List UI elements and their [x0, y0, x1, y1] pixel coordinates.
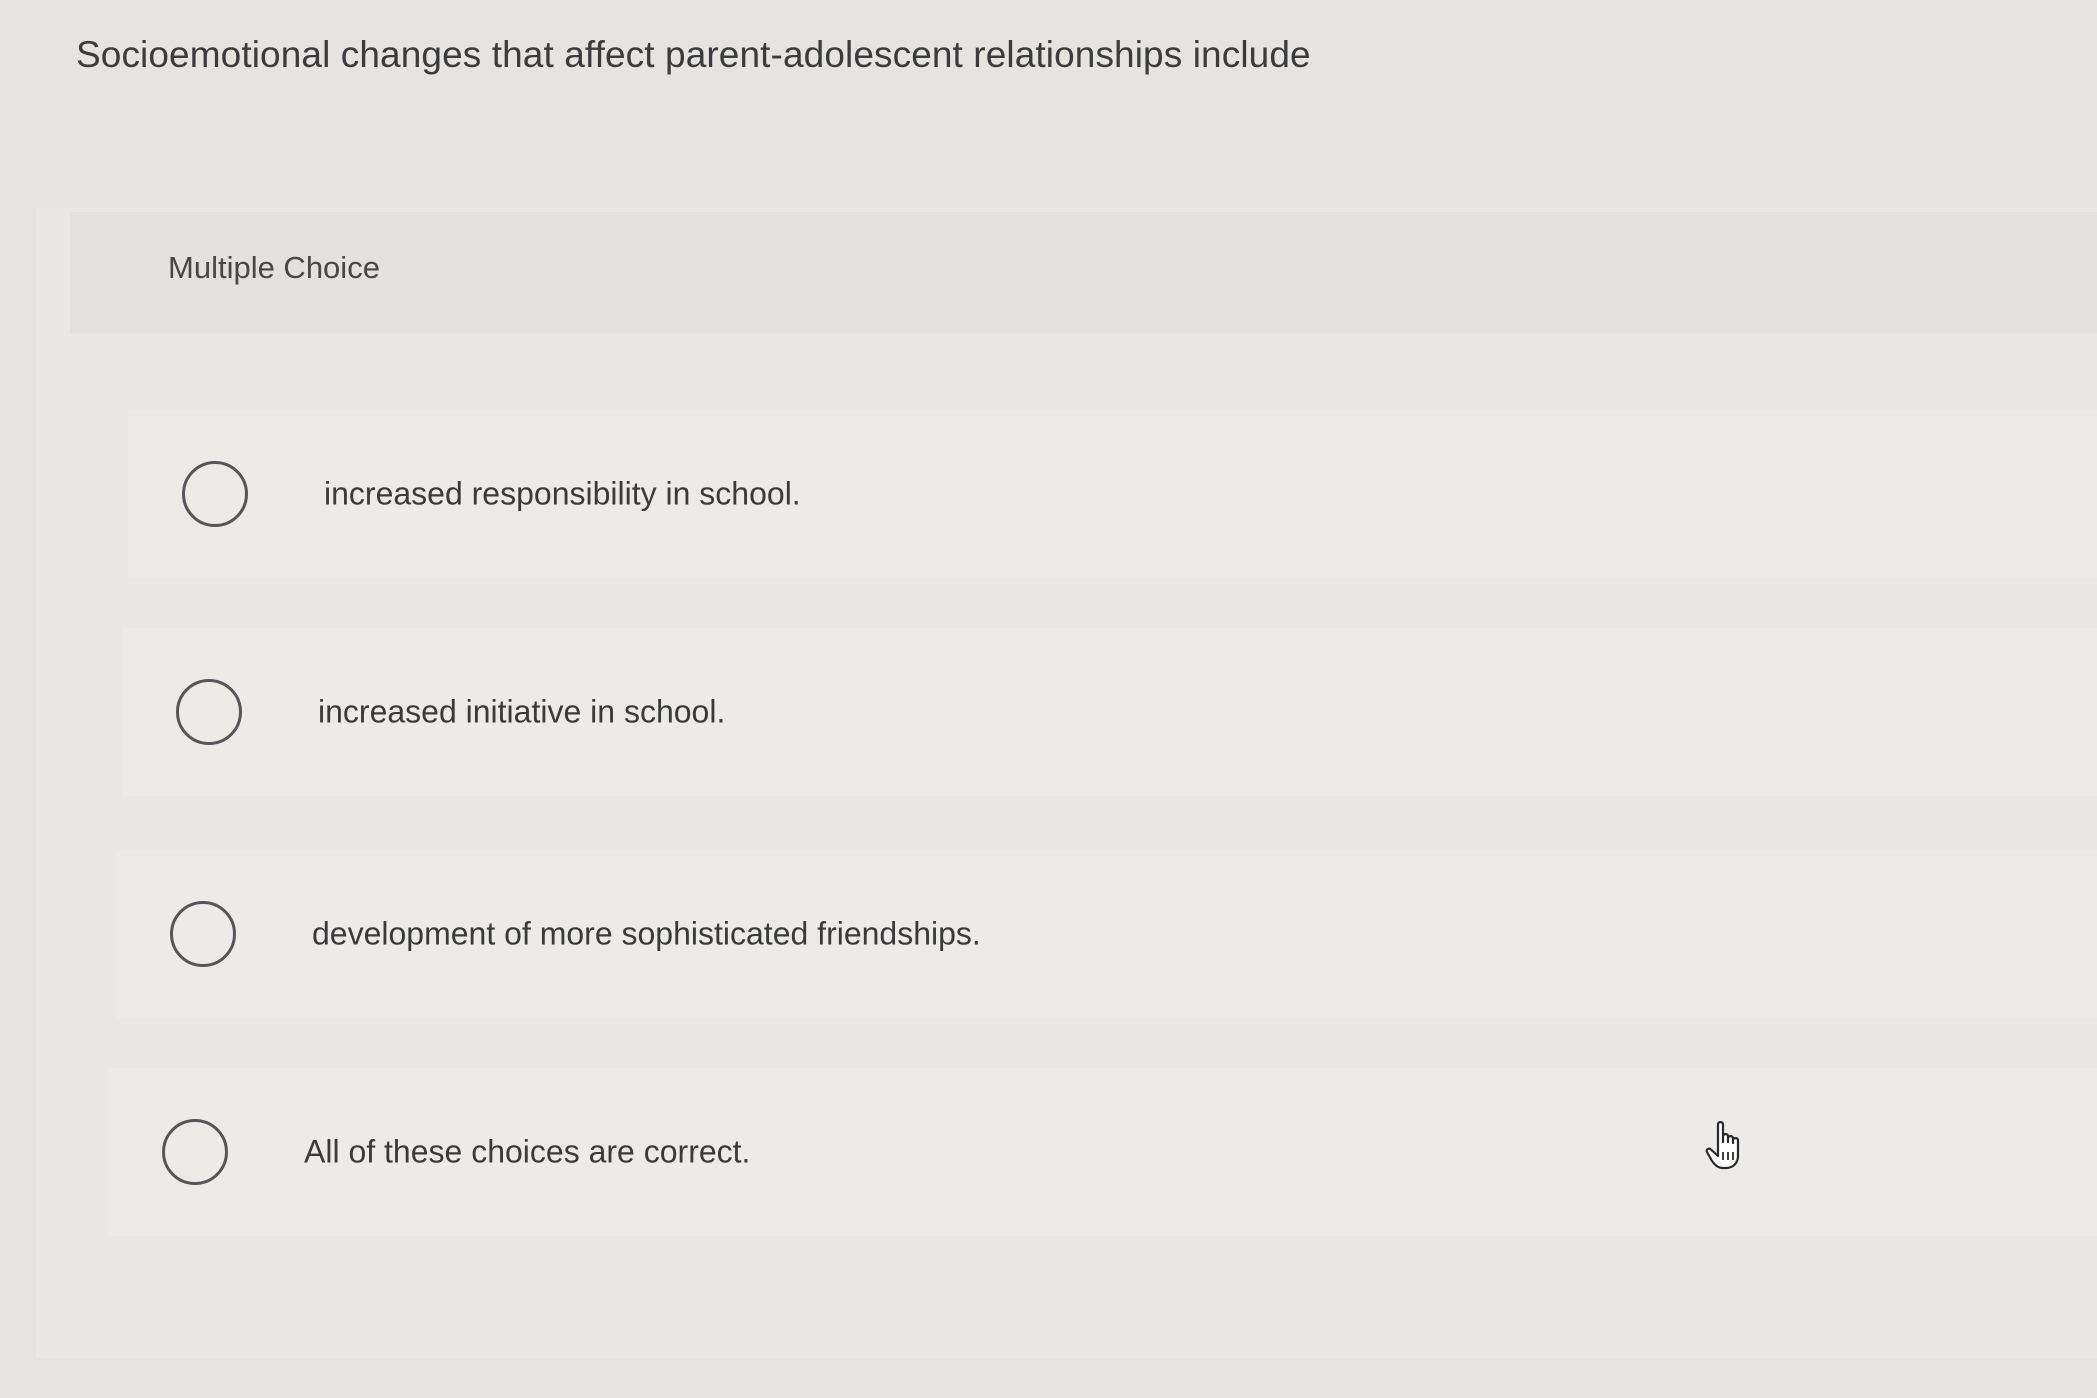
question-type-label: Multiple Choice — [168, 250, 380, 285]
choice-option-2[interactable]: increased initiative in school. — [122, 628, 2097, 796]
choice-option-4[interactable]: All of these choices are correct. — [108, 1068, 2097, 1236]
choice-option-1[interactable]: increased responsibility in school. — [128, 410, 2097, 578]
choice-label-3[interactable]: development of more sophisticated friend… — [312, 916, 981, 953]
radio-button-2[interactable] — [176, 679, 242, 745]
radio-button-3[interactable] — [170, 901, 236, 967]
hand-pointer-icon — [1705, 1121, 1740, 1170]
choice-label-1[interactable]: increased responsibility in school. — [324, 476, 801, 513]
radio-button-1[interactable] — [182, 461, 248, 527]
radio-button-4[interactable] — [162, 1119, 228, 1185]
question-text: Socioemotional changes that affect paren… — [76, 34, 1311, 75]
choice-label-4[interactable]: All of these choices are correct. — [304, 1134, 750, 1171]
choice-label-2[interactable]: increased initiative in school. — [318, 694, 725, 731]
choice-option-3[interactable]: development of more sophisticated friend… — [116, 850, 2097, 1018]
